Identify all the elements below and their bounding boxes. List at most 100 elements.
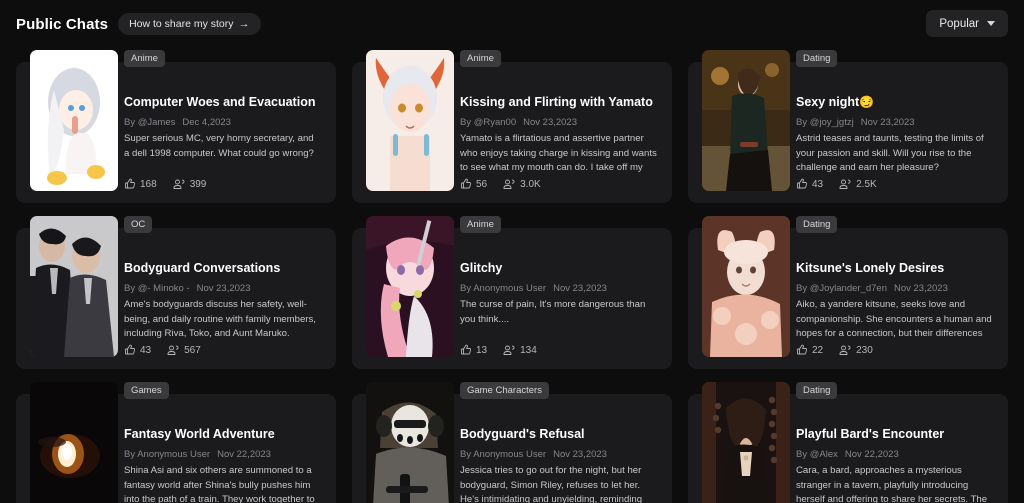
author-name: By @James [124,117,176,128]
user-count-value: 230 [856,344,873,356]
like-count[interactable]: 43 [796,178,823,190]
like-count[interactable]: 56 [460,178,487,190]
chat-card-title[interactable]: Kitsune's Lonely Desires [796,261,944,275]
pink-haired-anime-girl-thumbnail[interactable] [366,216,454,357]
dark-flame-thumbnail[interactable] [30,382,118,503]
user-count[interactable]: 567 [167,344,201,356]
category-tag[interactable]: OC [124,216,153,233]
chat-card-description: Shina Asi and six others are summoned to… [124,465,315,503]
woman-in-dark-tavern-thumbnail[interactable] [702,50,790,191]
chat-card-description: Super serious MC, very horny secretary, … [124,133,314,159]
publish-date: Nov 23,2023 [523,117,577,128]
chat-card-body: Games Fantasy World Adventure By Anonymo… [124,382,328,503]
thumbs-up-icon [796,178,808,190]
author-name: By Anonymous User [124,449,211,460]
chat-card-title[interactable]: Kissing and Flirting with Yamato [460,95,653,109]
publish-date: Nov 23,2023 [860,117,915,128]
user-count[interactable]: 399 [173,178,206,190]
chat-card-meta: By Anonymous User Nov 23,2023 [460,449,607,460]
chat-card-title[interactable]: Computer Woes and Evacuation [124,95,315,109]
anime-horned-character-thumbnail[interactable] [366,50,454,191]
chat-card-stats: 168 399 [124,178,206,190]
two-men-in-suits-thumbnail[interactable] [30,216,118,357]
sort-dropdown[interactable]: Popular [926,10,1008,37]
chat-card-title[interactable]: Glitchy [460,261,502,275]
chat-card-title[interactable]: Fantasy World Adventure [124,427,275,441]
user-count[interactable]: 134 [503,344,537,356]
how-to-share-label: How to share my story [129,18,234,30]
sort-dropdown-value: Popular [939,17,979,30]
chat-card[interactable]: Anime Computer Woes and Evacuation By @J… [16,50,336,203]
thumbs-up-icon [796,344,808,356]
chat-card-description: Astrid teases and taunts, testing the li… [796,133,984,173]
chat-card-title[interactable]: Sexy night😏 [796,95,874,109]
chat-card-title-text: Kitsune's Lonely Desires [796,261,945,275]
like-count[interactable]: 13 [460,344,487,356]
chat-card-title[interactable]: Bodyguard's Refusal [460,427,585,441]
category-tag[interactable]: Anime [460,216,501,233]
like-count[interactable]: 22 [796,344,823,356]
chat-card[interactable]: Game Characters Bodyguard's Refusal By A… [352,382,672,503]
thumbs-up-icon [124,344,136,356]
author-name: By @joy_jgtzj [796,117,854,128]
chat-card[interactable]: Anime Kissing and Flirting with Yamato B… [352,50,672,203]
chat-card-body: Dating Kitsune's Lonely Desires By @Joyl… [796,216,1000,369]
category-tag[interactable]: Anime [460,50,501,67]
chat-card-body: Game Characters Bodyguard's Refusal By A… [460,382,664,503]
category-tag[interactable]: Dating [796,382,838,399]
chat-card-description: Jessica tries to go out for the night, b… [460,465,643,503]
chat-card-stats: 43 567 [124,344,201,356]
like-count[interactable]: 43 [124,344,151,356]
publish-date: Nov 23,2023 [553,449,607,460]
category-tag[interactable]: Games [124,382,169,399]
user-count[interactable]: 3.0K [503,178,541,190]
chat-card-body: Dating Playful Bard's Encounter By @Alex… [796,382,1000,503]
chat-card-meta: By @- Minoko - Nov 23,2023 [124,283,250,294]
chat-card[interactable]: Dating Sexy night😏 By @joy_jgtzj Nov 23,2… [688,50,1008,203]
chat-card-description: Ame's bodyguards discuss her safety, wel… [124,299,316,339]
chat-card-title-text: Computer Woes and Evacuation [124,95,316,109]
chat-card-title-text: Glitchy [460,261,503,275]
chat-card[interactable]: OC Bodyguard Conversations By @- Minoko … [16,216,336,369]
kitsune-woman-thumbnail[interactable] [702,216,790,357]
like-count[interactable]: 168 [124,178,157,190]
category-tag[interactable]: Dating [796,216,838,233]
bard-woman-with-chains-thumbnail[interactable] [702,382,790,503]
chat-card-meta: By @joy_jgtzj Nov 23,2023 [796,117,915,128]
page-header: Public Chats How to share my story → [0,0,1024,48]
chat-card-grid: Anime Computer Woes and Evacuation By @J… [16,50,1008,503]
title-emoji: 😏 [859,95,875,109]
masked-soldier-thumbnail[interactable] [366,382,454,503]
author-name: By Anonymous User [460,449,547,460]
author-name: By @Joylander_d7en [796,283,887,294]
chat-card-stats: 43 2.5K [796,178,877,190]
anime-white-haired-girl-thumbnail[interactable] [30,50,118,191]
category-tag[interactable]: Dating [796,50,838,67]
arrow-right-icon: → [238,17,250,30]
publish-date: Nov 23,2023 [893,283,948,294]
like-count-value: 56 [476,178,488,190]
user-count[interactable]: 230 [839,344,873,356]
category-tag[interactable]: Game Characters [460,382,549,399]
chat-card[interactable]: Anime Glitchy By Anonymous User Nov 23,20… [352,216,672,369]
thumbs-up-icon [460,178,472,190]
users-icon [167,344,180,356]
category-tag[interactable]: Anime [124,50,165,67]
user-count[interactable]: 2.5K [839,178,877,190]
chat-card-title-text: Playful Bard's Encounter [796,427,945,441]
chat-card[interactable]: Dating Kitsune's Lonely Desires By @Joyl… [688,216,1008,369]
chat-card-description: Yamato is a flirtatious and assertive pa… [460,133,657,173]
chat-card-title[interactable]: Playful Bard's Encounter [796,427,944,441]
chat-card-title-text: Fantasy World Adventure [124,427,275,441]
like-count-value: 43 [140,344,152,356]
chat-card-title[interactable]: Bodyguard Conversations [124,261,280,275]
chat-card[interactable]: Dating Playful Bard's Encounter By @Alex… [688,382,1008,503]
how-to-share-button[interactable]: How to share my story → [118,13,261,35]
chat-card-description: Aiko, a yandere kitsune, seeks love and … [796,299,992,339]
chat-card-description: Cara, a bard, approaches a mysterious st… [796,465,988,503]
author-name: By @Ryan00 [460,117,517,128]
chat-card-title-text: Bodyguard's Refusal [460,427,585,441]
chat-card-meta: By Anonymous User Nov 23,2023 [460,283,607,294]
chat-card-title-text: Kissing and Flirting with Yamato [460,95,653,109]
chat-card[interactable]: Games Fantasy World Adventure By Anonymo… [16,382,336,503]
